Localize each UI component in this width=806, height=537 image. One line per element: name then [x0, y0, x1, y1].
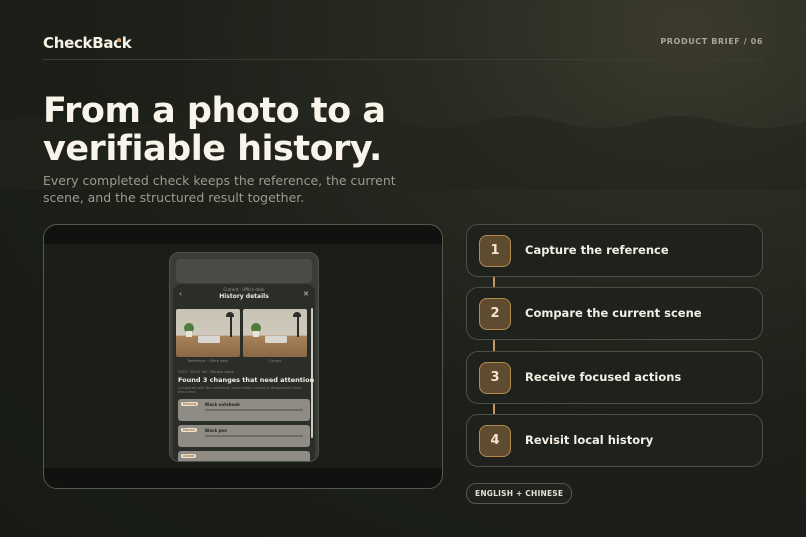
laptop-shape — [198, 336, 220, 343]
history-details-sheet: ‹ Current · Office desk History details … — [173, 284, 315, 461]
pot-shape — [253, 331, 259, 337]
step-number-badge: 2 — [479, 298, 511, 330]
scrollbar[interactable] — [311, 308, 313, 438]
step-card-compare: 2 Compare the current scene — [466, 287, 763, 340]
changes-heading: Found 3 changes that need attention — [178, 376, 315, 384]
change-name: Black pen — [205, 428, 227, 433]
step-label: Revisit local history — [525, 433, 654, 447]
step-card-capture: 1 Capture the reference — [466, 224, 763, 277]
step-number-badge: 1 — [479, 235, 511, 267]
close-icon[interactable]: ✕ — [303, 290, 309, 298]
page-subtitle: Every completed check keeps the referenc… — [43, 173, 396, 205]
app-screenshot-frame: ‹ Current · Office desk History details … — [43, 224, 443, 489]
phone-mockup: ‹ Current · Office desk History details … — [169, 252, 319, 462]
step-label: Receive focused actions — [525, 370, 682, 384]
change-item[interactable]: Missing Black notebook — [178, 399, 310, 421]
current-photo — [243, 309, 307, 357]
language-badge: ENGLISH + CHINESE — [466, 483, 573, 504]
change-detail-line — [205, 409, 303, 411]
pot-shape — [186, 331, 192, 337]
step-label: Compare the current scene — [525, 306, 702, 320]
change-item[interactable]: Moved Black pen — [178, 425, 310, 447]
product-brief-label: PRODUCT BRIEF / 06 — [660, 37, 763, 46]
brand-accent-dot — [117, 38, 121, 42]
page-title: From a photo to a verifiable history. — [43, 91, 386, 169]
phone-background-list — [176, 259, 312, 283]
header-divider — [43, 59, 763, 60]
change-tag: Missing — [181, 402, 199, 406]
step-card-actions: 3 Receive focused actions — [466, 351, 763, 404]
change-name: Black notebook — [205, 402, 240, 407]
lamp-shape — [226, 312, 234, 337]
change-item[interactable]: Added — [178, 451, 310, 461]
sheet-title: History details — [219, 293, 269, 300]
change-detail-line — [205, 435, 303, 437]
change-tag: Moved — [181, 428, 197, 432]
change-tag: Added — [181, 454, 197, 458]
step-number-badge: 3 — [479, 362, 511, 394]
step-card-history: 4 Revisit local history — [466, 414, 763, 467]
current-photo-caption: Current — [268, 359, 282, 363]
step-number-badge: 4 — [479, 425, 511, 457]
reference-photo — [176, 309, 240, 357]
reference-photo-caption: Reference · Office desk — [187, 359, 229, 363]
laptop-shape — [265, 336, 287, 343]
changes-description: Compared with the reference, these items… — [178, 386, 302, 394]
step-label: Capture the reference — [525, 243, 669, 257]
brand-logo: CheckBack — [43, 34, 132, 52]
sheet-caption: Current · Office desk — [223, 287, 265, 292]
check-meta: 2025 · 09:41 AM · Review check — [178, 370, 235, 374]
lamp-shape — [293, 312, 301, 337]
